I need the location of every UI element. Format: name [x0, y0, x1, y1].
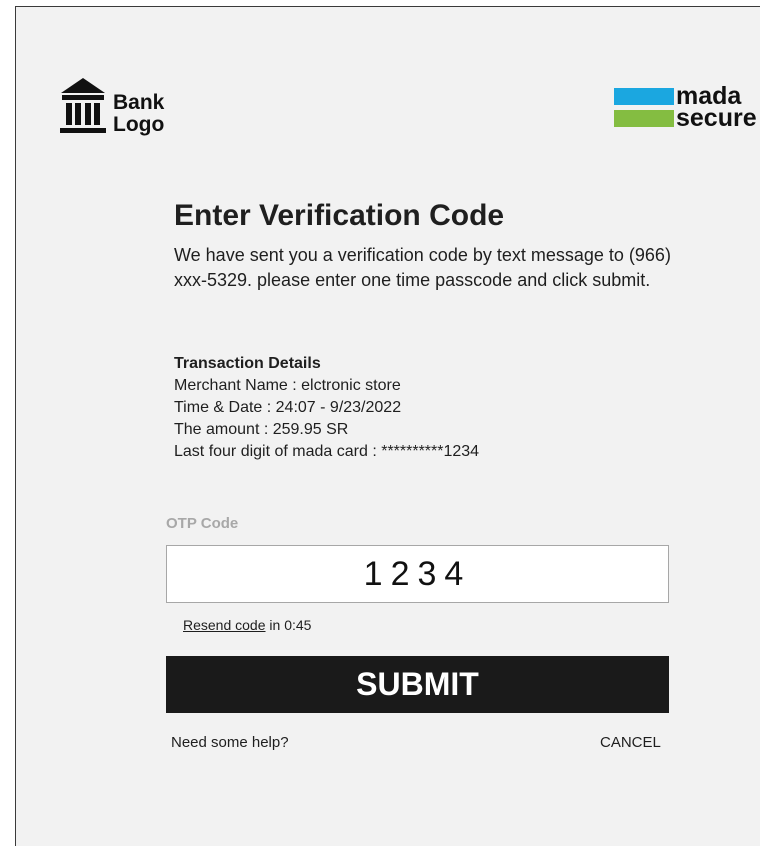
- resend-row: Resend code in 0:45: [183, 617, 311, 633]
- cancel-button[interactable]: CANCEL: [600, 734, 661, 751]
- intro-text: We have sent you a verification code by …: [174, 245, 671, 290]
- time-date: Time & Date : 24:07 - 9/23/2022: [174, 399, 402, 416]
- merchant-name: Merchant Name : elctronic store: [174, 377, 401, 394]
- mada-logo-line2: secure: [676, 104, 757, 132]
- mada-secure-logo: mada secure: [614, 84, 757, 132]
- mada-logo-bars: [614, 87, 674, 127]
- transaction-details: Transaction Details Merchant Name : elct…: [174, 353, 479, 463]
- transaction-details-heading: Transaction Details: [174, 355, 321, 372]
- bank-logo: Bank Logo: [59, 77, 164, 135]
- help-link[interactable]: Need some help?: [171, 734, 289, 751]
- bank-building-icon: [60, 77, 106, 133]
- transaction-amount: The amount : 259.95 SR: [174, 421, 349, 438]
- page-title: Enter Verification Code: [174, 199, 505, 232]
- resend-timer: in 0:45: [265, 617, 312, 633]
- bank-logo-line1: Bank: [113, 90, 165, 114]
- otp-label: OTP Code: [166, 515, 239, 532]
- resend-code-link[interactable]: Resend code: [183, 617, 266, 633]
- verification-panel: Bank Logo mada secure Enter Verification…: [15, 6, 760, 846]
- bank-logo-line2: Logo: [113, 112, 165, 136]
- bank-logo-text: Bank Logo: [113, 90, 165, 136]
- mada-green-bar: [614, 109, 674, 127]
- card-last-four: Last four digit of mada card : *********…: [174, 443, 480, 460]
- mada-logo-text: mada secure: [676, 84, 757, 132]
- mada-blue-bar: [614, 87, 674, 105]
- submit-button[interactable]: SUBMIT: [166, 656, 669, 713]
- otp-input[interactable]: [166, 545, 669, 603]
